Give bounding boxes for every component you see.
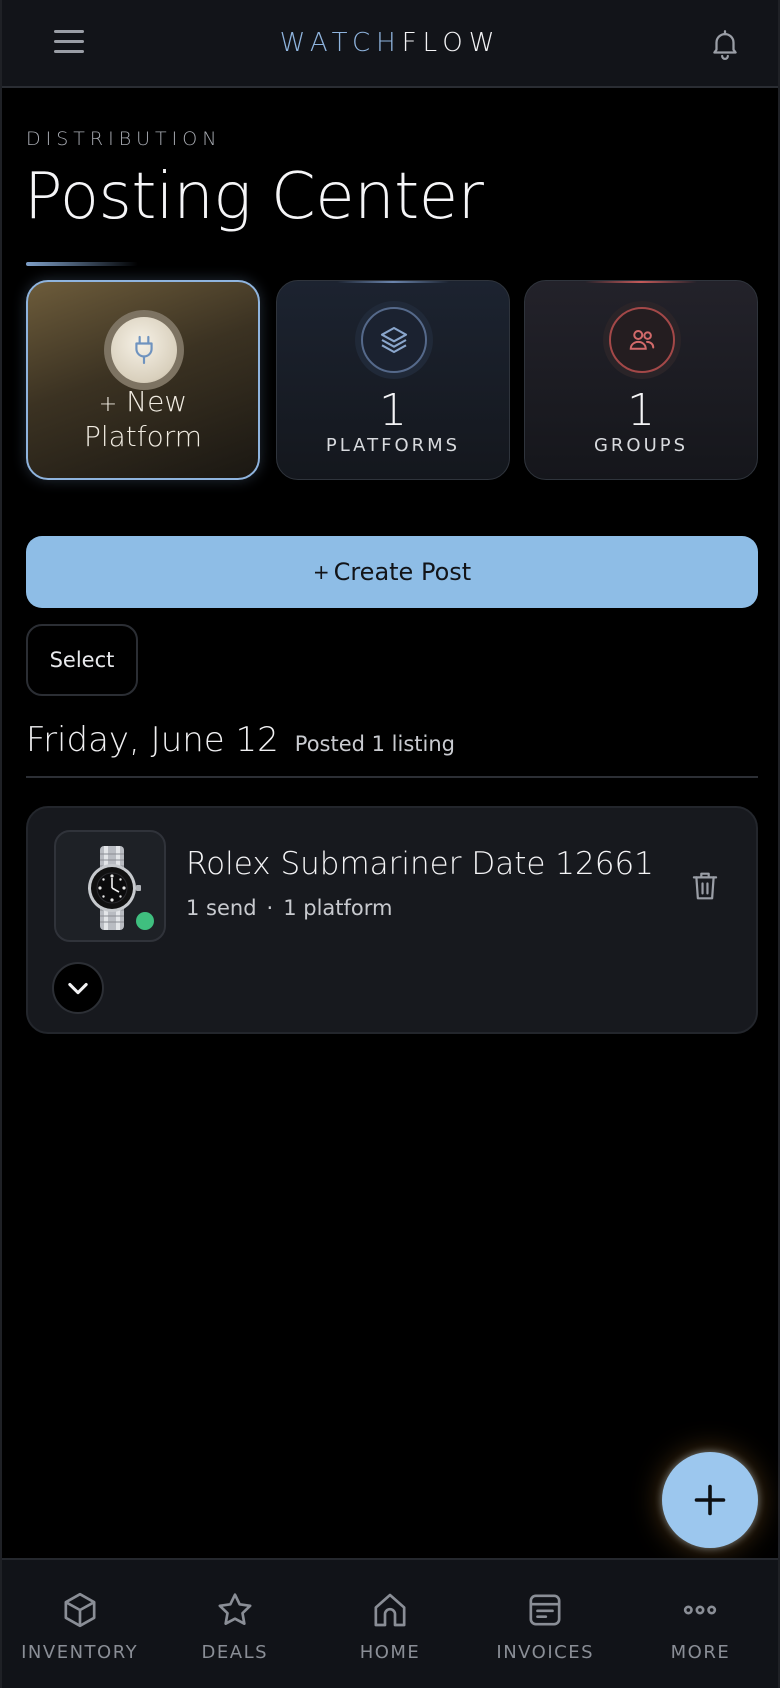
- meta-separator: ·: [266, 896, 274, 920]
- page-kicker: DISTRIBUTION: [26, 128, 222, 150]
- nav-item-invoices[interactable]: INVOICES: [468, 1560, 623, 1688]
- listing-card[interactable]: Rolex Submariner Date 12661... 1 send · 1 …: [26, 806, 758, 1034]
- nav-label-more: MORE: [670, 1642, 731, 1663]
- top-bar: WATCHFLOW: [2, 0, 778, 88]
- chevron-down-icon: [68, 982, 88, 995]
- users-icon: [629, 330, 655, 350]
- fab-add-button[interactable]: [662, 1452, 758, 1548]
- brand-part-flow: FLOW: [401, 28, 501, 58]
- new-platform-plus: +: [98, 392, 118, 417]
- nav-item-deals[interactable]: DEALS: [157, 1560, 312, 1688]
- brand-logo: WATCHFLOW: [280, 28, 501, 58]
- layers-icon: [380, 326, 408, 354]
- nav-item-inventory[interactable]: INVENTORY: [2, 1560, 157, 1688]
- nav-label-deals: DEALS: [201, 1642, 269, 1663]
- platforms-badge: [355, 301, 433, 379]
- date-group-header: Friday, June 12 Posted 1 listing: [26, 720, 455, 760]
- nav-label-home: HOME: [359, 1642, 421, 1663]
- plug-icon: [135, 335, 153, 365]
- brand-part-watch: WATCH: [279, 28, 402, 58]
- nav-label-inventory: INVENTORY: [21, 1642, 139, 1663]
- more-icon: [684, 1605, 717, 1615]
- home-icon: [374, 1593, 406, 1627]
- date-group-title: Friday, June 12: [26, 720, 279, 760]
- new-platform-line1: New: [126, 385, 188, 418]
- listing-title: Rolex Submariner Date 12661...: [186, 846, 656, 882]
- bottom-nav: INVENTORY DEALS HOME INVOICES MORE: [2, 1558, 778, 1688]
- title-underline: [26, 262, 138, 266]
- listing-meta: 1 send · 1 platform: [186, 896, 393, 920]
- groups-count: 1: [627, 385, 655, 436]
- trash-icon[interactable]: [690, 870, 720, 902]
- app-root: WATCHFLOW DISTRIBUTION Posting Center + …: [0, 0, 780, 1688]
- cube-icon: [64, 1592, 96, 1628]
- platforms-card[interactable]: 1 PLATFORMS: [276, 280, 510, 480]
- nav-item-more[interactable]: MORE: [623, 1560, 778, 1688]
- listing-sends: 1 send: [186, 896, 257, 920]
- new-platform-card[interactable]: + New Platform: [26, 280, 260, 480]
- select-button[interactable]: Select: [26, 624, 138, 696]
- plus-icon: [694, 1484, 726, 1516]
- date-group-summary: Posted 1 listing: [294, 732, 455, 756]
- bell-icon[interactable]: [708, 26, 742, 62]
- groups-card[interactable]: 1 GROUPS: [524, 280, 758, 480]
- platforms-label: PLATFORMS: [325, 435, 461, 456]
- watch-thumbnail[interactable]: [54, 830, 166, 942]
- platforms-count: 1: [379, 385, 407, 436]
- nav-label-invoices: INVOICES: [496, 1642, 595, 1663]
- groups-label: GROUPS: [593, 435, 689, 456]
- page-title: Posting Center: [24, 160, 484, 234]
- expand-button[interactable]: [52, 962, 104, 1014]
- create-post-button[interactable]: + Create Post: [26, 536, 758, 608]
- date-divider: [26, 776, 758, 778]
- invoice-icon: [529, 1594, 561, 1626]
- groups-badge: [603, 301, 681, 379]
- plug-badge: [104, 310, 184, 390]
- new-platform-label: + New Platform: [28, 386, 258, 453]
- listing-platforms: 1 platform: [283, 896, 393, 920]
- status-dot: [136, 912, 154, 930]
- nav-item-home[interactable]: HOME: [312, 1560, 467, 1688]
- new-platform-line2: Platform: [83, 420, 203, 453]
- create-post-label: Create Post: [333, 558, 472, 586]
- hamburger-icon[interactable]: [54, 30, 84, 56]
- star-icon: [218, 1593, 252, 1625]
- create-post-plus: +: [312, 560, 330, 584]
